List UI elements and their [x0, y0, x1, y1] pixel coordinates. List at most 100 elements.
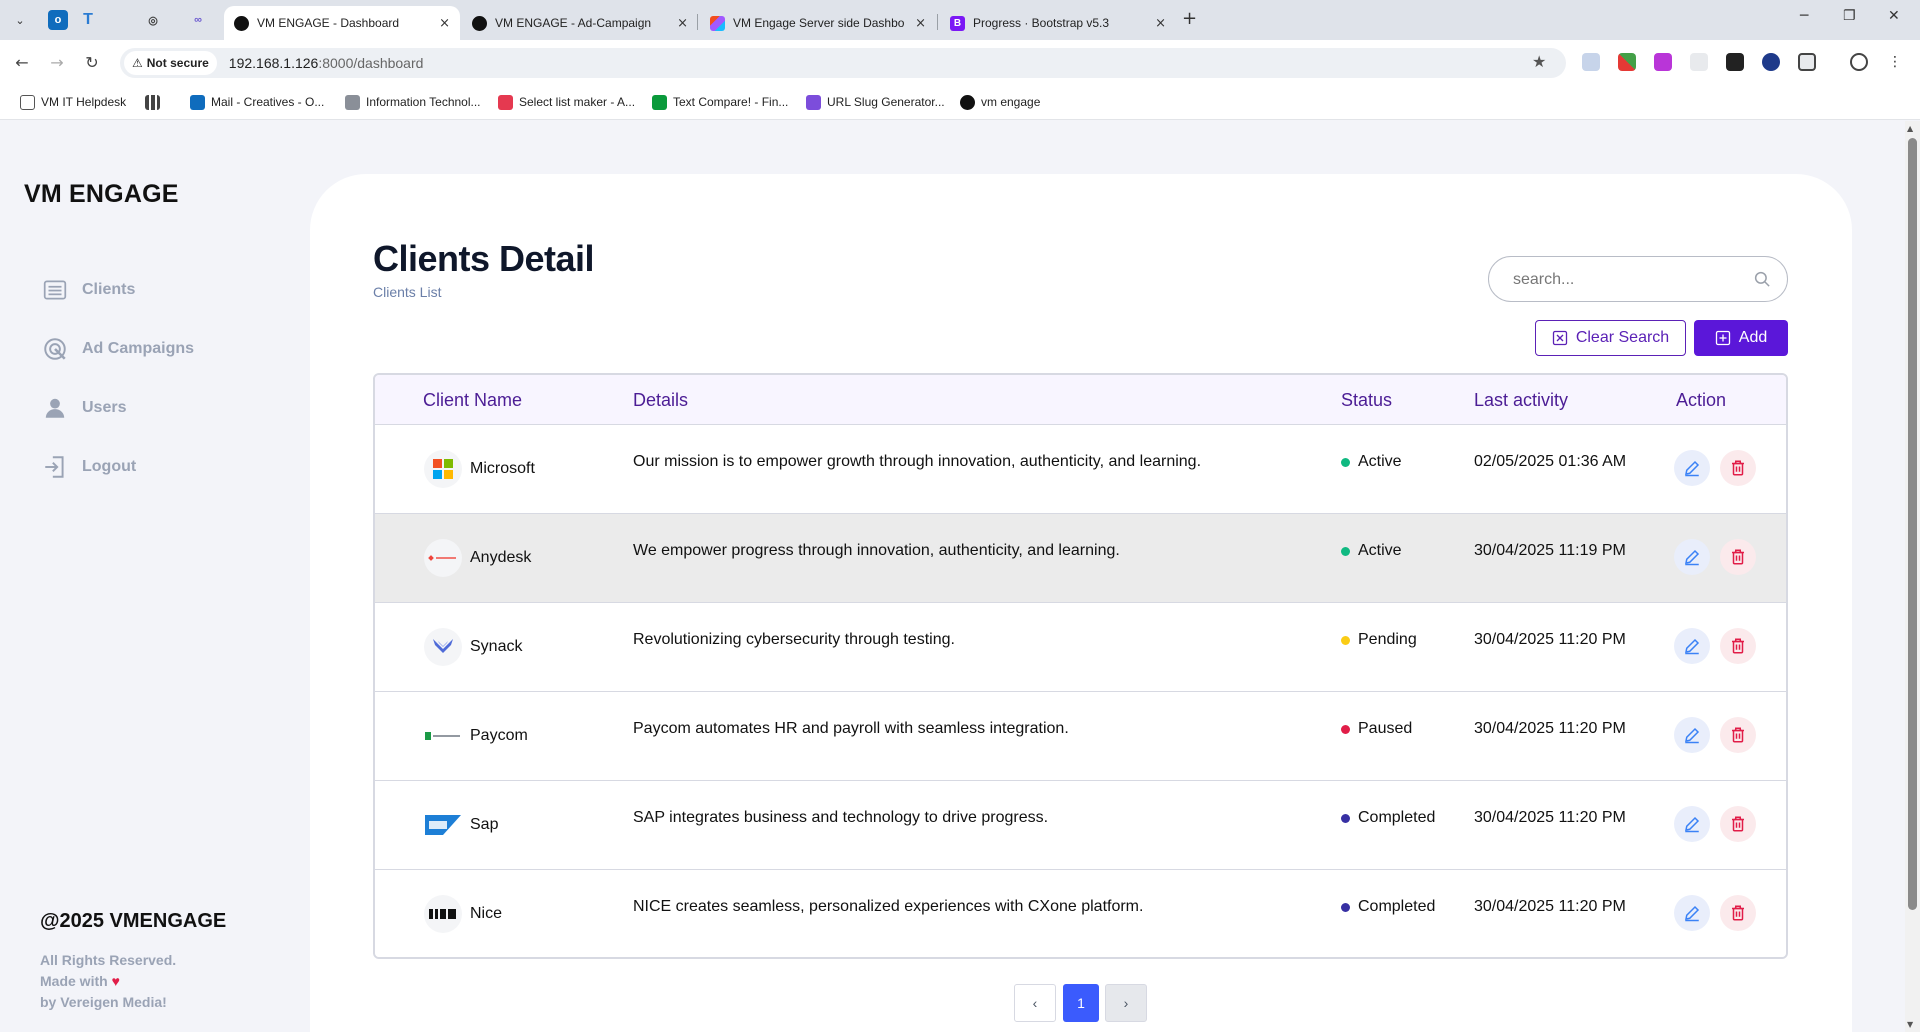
close-tab-icon[interactable]: × — [677, 16, 688, 31]
clients-table: Client Name Details Status Last activity… — [373, 373, 1788, 959]
close-tab-icon[interactable]: × — [915, 16, 926, 31]
sidebar-item-clients[interactable]: Clients — [42, 275, 135, 305]
profile-avatar-icon[interactable] — [1850, 53, 1868, 71]
url-text: 192.168.1.126:8000/dashboard — [228, 55, 424, 71]
trash-icon — [1732, 905, 1744, 921]
extension-copilot-icon[interactable] — [1582, 53, 1600, 71]
close-window-icon[interactable]: ✕ — [1888, 8, 1900, 24]
pinned-tab-openai-icon[interactable]: ◎ — [143, 10, 163, 30]
scroll-up-icon[interactable]: ▲ — [1907, 124, 1913, 133]
clear-box-icon — [1552, 330, 1567, 346]
heart-icon: ♥ — [111, 973, 120, 989]
tab-bootstrap-progress[interactable]: B Progress · Bootstrap v5.3 × — [940, 6, 1176, 40]
delete-button[interactable] — [1720, 450, 1756, 486]
pagination-page-1[interactable]: 1 — [1063, 984, 1099, 1022]
bookmark-information-technology[interactable]: Information Technol... — [345, 92, 481, 112]
tab-figma-dashboard[interactable]: VM Engage Server side Dashbo × — [700, 6, 936, 40]
logout-icon — [45, 456, 64, 478]
tab-separator — [937, 14, 938, 30]
bookmark-vm-engage[interactable]: vm engage — [960, 92, 1040, 112]
edit-button[interactable] — [1674, 717, 1710, 753]
client-details: Revolutionizing cybersecurity through te… — [633, 631, 955, 648]
scroll-down-icon[interactable]: ▼ — [1907, 1020, 1913, 1029]
search-input[interactable] — [1513, 269, 1743, 291]
apps-grid-icon[interactable] — [145, 92, 160, 112]
bookmark-select-list-maker[interactable]: Select list maker - A... — [498, 92, 635, 112]
client-details: SAP integrates business and technology t… — [633, 809, 1049, 826]
footer-by: by Vereigen Media! — [40, 994, 167, 1010]
pinned-tab-app-icon[interactable]: ∞ — [188, 10, 208, 30]
footer-made-with: Made with ♥ — [40, 973, 120, 989]
extension-purple-icon[interactable] — [1654, 53, 1672, 71]
delete-button[interactable] — [1720, 806, 1756, 842]
tab-search-icon[interactable]: ⌄ — [8, 8, 32, 32]
reload-icon[interactable]: ↻ — [80, 50, 104, 74]
minimize-window-icon[interactable]: ─ — [1800, 8, 1808, 24]
delete-button[interactable] — [1720, 539, 1756, 575]
pencil-icon — [1685, 549, 1700, 566]
bookmark-vm-it-helpdesk[interactable]: VM IT Helpdesk — [20, 92, 126, 112]
sidebar-item-logout[interactable]: Logout — [42, 452, 136, 482]
restore-window-icon[interactable]: ❐ — [1843, 8, 1856, 24]
extensions-puzzle-icon[interactable] — [1798, 53, 1816, 71]
security-indicator[interactable]: ⚠ Not secure — [124, 51, 217, 75]
table-row[interactable]: Paycom Paycom automates HR and payroll w… — [375, 692, 1786, 781]
edit-button[interactable] — [1674, 450, 1710, 486]
clear-search-button[interactable]: Clear Search — [1535, 320, 1686, 356]
status-dot — [1341, 546, 1350, 556]
browser-menu-icon[interactable]: ⋮ — [1886, 53, 1904, 71]
delete-button[interactable] — [1720, 895, 1756, 931]
status-badge: Active — [1341, 542, 1402, 560]
sidebar-item-users[interactable]: Users — [42, 393, 126, 423]
synack-logo-icon — [424, 628, 462, 666]
last-activity: 30/04/2025 11:20 PM — [1474, 720, 1626, 737]
pencil-icon — [1685, 905, 1700, 922]
table-row[interactable]: Sap SAP integrates business and technolo… — [375, 781, 1786, 870]
table-row[interactable]: Nice NICE creates seamless, personalized… — [375, 870, 1786, 957]
page-subtitle: Clients List — [373, 284, 442, 300]
table-row[interactable]: Anydesk We empower progress through inno… — [375, 514, 1786, 603]
delete-button[interactable] — [1720, 717, 1756, 753]
edit-button[interactable] — [1674, 628, 1710, 664]
pinned-tab-t-icon[interactable]: T — [78, 10, 98, 30]
search-icon[interactable] — [1753, 270, 1771, 288]
bookmark-star-icon[interactable]: ★ — [1532, 52, 1546, 71]
back-arrow-icon[interactable]: ← — [10, 50, 34, 74]
outlook-pinned-tab-icon[interactable]: o — [48, 10, 68, 30]
delete-button[interactable] — [1720, 628, 1756, 664]
edit-button[interactable] — [1674, 895, 1710, 931]
add-client-button[interactable]: Add — [1694, 320, 1788, 356]
status-badge: Pending — [1341, 631, 1417, 649]
client-name: Microsoft — [470, 460, 535, 477]
sidebar-item-ad-campaigns[interactable]: Ad Campaigns — [42, 334, 194, 364]
close-tab-icon[interactable]: × — [439, 16, 450, 31]
forward-arrow-icon[interactable]: → — [45, 50, 69, 74]
table-header: Client Name Details Status Last activity… — [375, 375, 1786, 425]
address-bar[interactable]: ⚠ Not secure 192.168.1.126:8000/dashboar… — [120, 48, 1566, 78]
tab-vm-engage-dashboard[interactable]: VM ENGAGE - Dashboard × — [224, 6, 460, 40]
pagination-previous-button[interactable]: ‹ — [1014, 984, 1056, 1022]
edit-button[interactable] — [1674, 806, 1710, 842]
extension-heart-icon[interactable] — [1762, 53, 1780, 71]
text-compare-icon — [652, 94, 667, 110]
extension-cross-icon[interactable] — [1618, 53, 1636, 71]
table-row[interactable]: Synack Revolutionizing cybersecurity thr… — [375, 603, 1786, 692]
tab-vm-engage-ad-campaign[interactable]: VM ENGAGE - Ad-Campaign × — [462, 6, 698, 40]
bookmark-mail[interactable]: Mail - Creatives - O... — [190, 92, 324, 112]
slug-icon — [806, 94, 821, 110]
extension-ninja-icon[interactable] — [1726, 53, 1744, 71]
extension-pen-icon[interactable] — [1690, 53, 1708, 71]
pagination-next-button[interactable]: › — [1105, 984, 1147, 1022]
scrollbar-thumb[interactable] — [1908, 138, 1917, 910]
microsoft-logo-icon — [424, 450, 462, 488]
campaign-icon — [44, 338, 66, 360]
new-tab-button[interactable]: + — [1182, 8, 1197, 29]
close-tab-icon[interactable]: × — [1155, 16, 1166, 31]
bookmark-text-compare[interactable]: Text Compare! - Fin... — [652, 92, 788, 112]
table-row[interactable]: Microsoft Our mission is to empower grow… — [375, 425, 1786, 514]
trash-icon — [1732, 460, 1744, 476]
bookmark-url-slug-generator[interactable]: URL Slug Generator... — [806, 92, 945, 112]
status-badge: Paused — [1341, 720, 1412, 738]
edit-button[interactable] — [1674, 539, 1710, 575]
chart-icon — [345, 94, 360, 110]
